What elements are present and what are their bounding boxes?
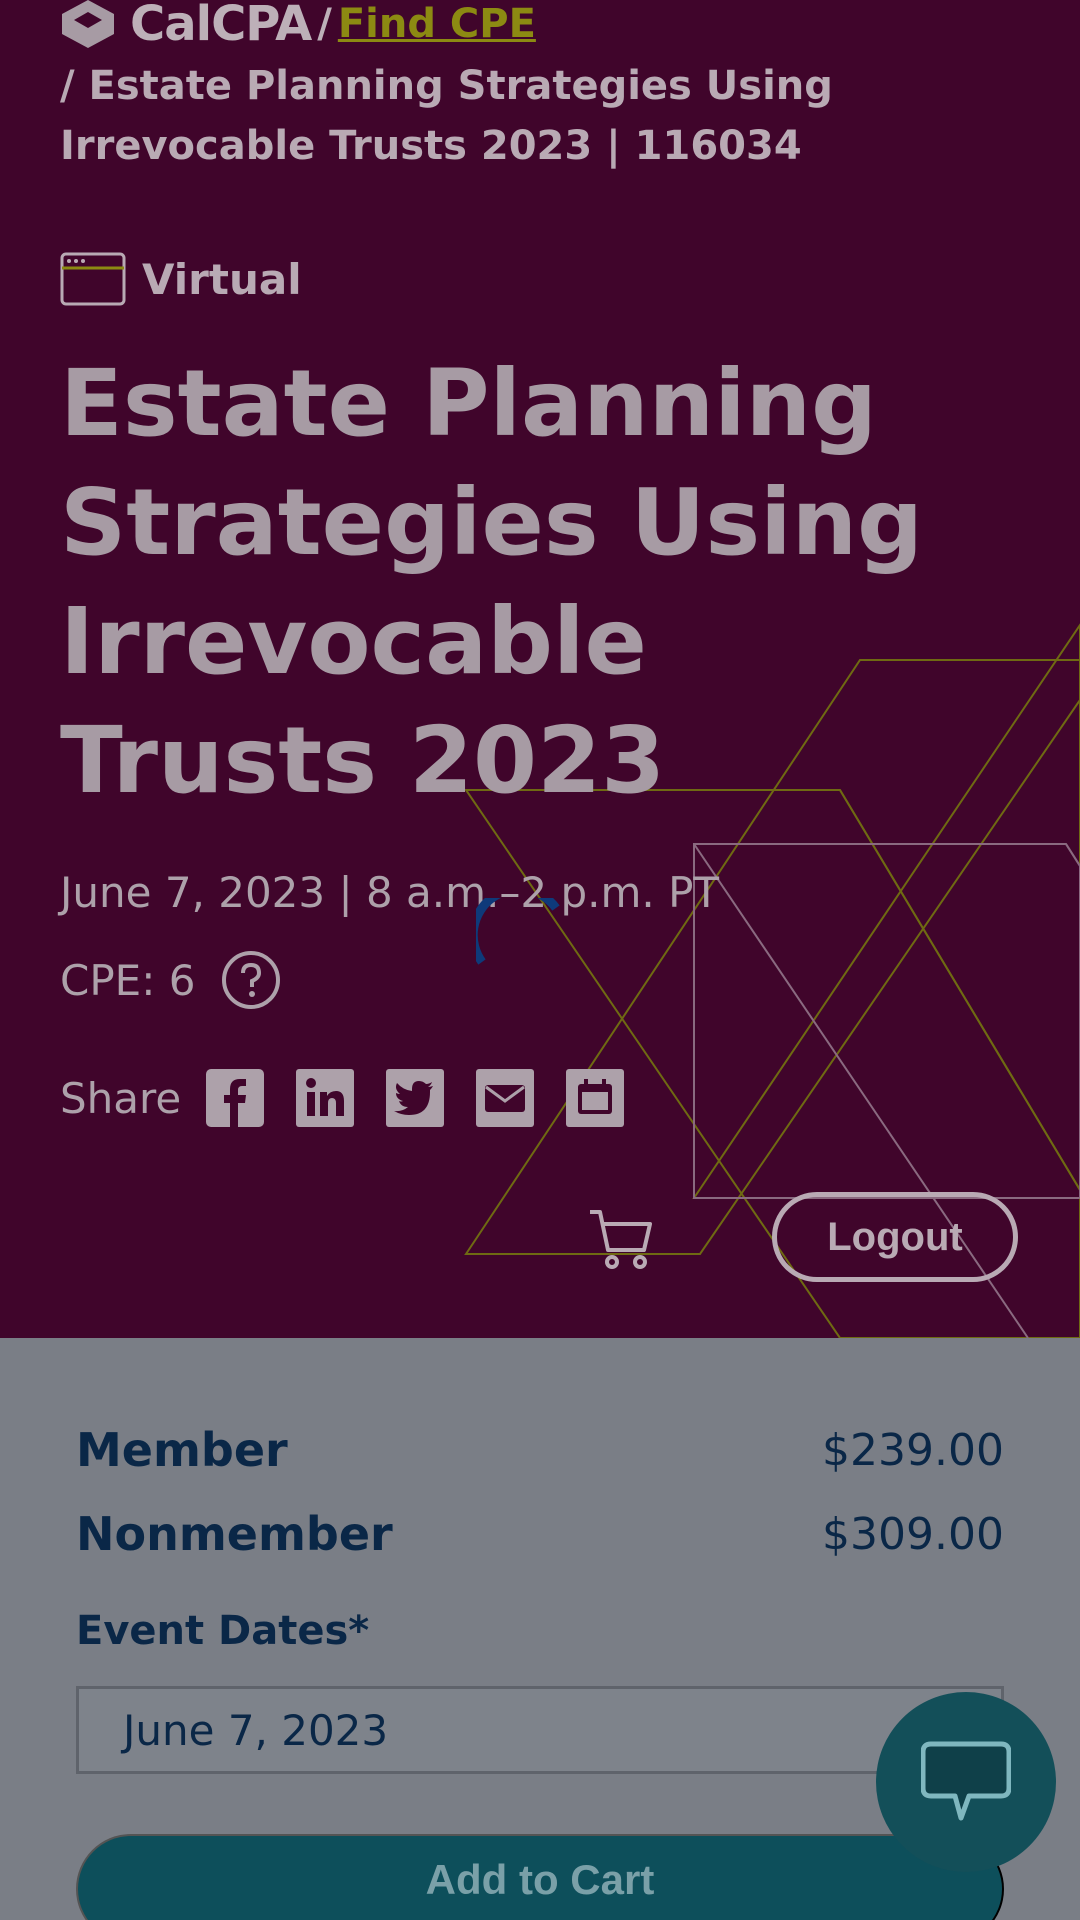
- member-price: $239.00: [822, 1424, 1004, 1476]
- member-price-row: Member $239.00: [76, 1408, 1004, 1492]
- calendar-icon[interactable]: [565, 1068, 625, 1128]
- share-label: Share: [60, 1073, 182, 1123]
- chat-button[interactable]: [876, 1692, 1056, 1872]
- cart-icon[interactable]: [588, 1208, 654, 1270]
- loading-spinner: [476, 898, 560, 965]
- logout-button[interactable]: Logout: [772, 1192, 1018, 1282]
- nonmember-price-row: Nonmember $309.00: [76, 1492, 1004, 1576]
- event-format-label: Virtual: [142, 254, 302, 304]
- event-dates-label: Event Dates*: [76, 1608, 370, 1654]
- breadcrumb-current: / Estate Planning Strategies Using Irrev…: [60, 63, 833, 169]
- breadcrumb-separator: /: [317, 1, 332, 47]
- facebook-icon[interactable]: [205, 1068, 265, 1128]
- event-title: Estate Planning Strategies Using Irrevoc…: [60, 350, 923, 814]
- calcpa-logo-icon[interactable]: [60, 0, 116, 50]
- email-icon[interactable]: [475, 1068, 535, 1128]
- find-cpe-link[interactable]: Find CPE: [338, 0, 536, 54]
- breadcrumb: CalCPA / Find CPE / Estate Planning Stra…: [60, 0, 840, 176]
- browser-window-icon: [60, 252, 126, 306]
- add-to-cart-button[interactable]: Add to Cart: [76, 1834, 1004, 1920]
- cpe-credits: CPE: 6: [60, 950, 281, 1010]
- event-date-select-value: June 7, 2023: [123, 1705, 389, 1755]
- cpe-label: CPE: 6: [60, 955, 196, 1005]
- twitter-icon[interactable]: [385, 1068, 445, 1128]
- nonmember-label: Nonmember: [76, 1507, 393, 1561]
- pricing-table: Member $239.00 Nonmember $309.00: [76, 1408, 1004, 1576]
- member-label: Member: [76, 1423, 288, 1477]
- help-icon[interactable]: [221, 950, 281, 1010]
- brand-name[interactable]: CalCPA: [130, 0, 312, 54]
- event-date-select[interactable]: June 7, 2023: [76, 1686, 1004, 1774]
- event-date-time: June 7, 2023 | 8 a.m.–2 p.m. PT: [60, 868, 720, 917]
- nonmember-price: $309.00: [822, 1508, 1004, 1560]
- event-format: Virtual: [60, 252, 302, 306]
- event-hero: CalCPA / Find CPE / Estate Planning Stra…: [0, 0, 1080, 1338]
- linkedin-icon[interactable]: [295, 1068, 355, 1128]
- share-bar: Share: [60, 1068, 655, 1128]
- chat-bubble-icon: [921, 1741, 1011, 1821]
